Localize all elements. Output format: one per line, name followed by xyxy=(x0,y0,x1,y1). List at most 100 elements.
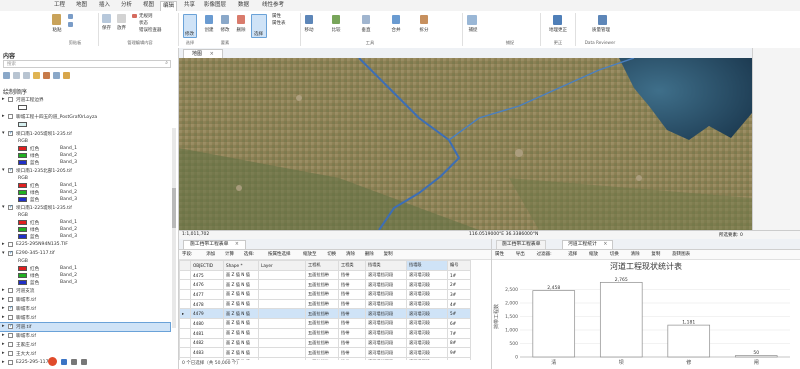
table-cell[interactable] xyxy=(258,279,306,291)
table-cell[interactable]: 滚河墙河段 xyxy=(406,318,448,329)
expand-arrow-icon[interactable]: ▸ xyxy=(2,341,5,347)
table-cell[interactable]: 五面拉挡带 xyxy=(305,308,339,320)
row-selector[interactable] xyxy=(179,298,191,310)
table-row[interactable]: ▸ 4479 面 Z 值 Ν 值 五面拉挡带 挡带 滚河墙挡河段 滚河墙河段 5# xyxy=(179,308,471,320)
row-selector[interactable] xyxy=(179,318,191,329)
table-cell[interactable]: 挡带 xyxy=(338,318,366,329)
map-view-tab[interactable]: 地图 × xyxy=(183,49,223,58)
expand-arrow-icon[interactable]: ▸ xyxy=(2,113,5,119)
table-cell[interactable]: 滚河墙河段 xyxy=(406,298,448,310)
table-row[interactable]: 4480 面 Z 值 Ν 值 五面拉挡带 挡带 滚河墙挡河段 滚河墙河段 6# xyxy=(179,318,471,329)
list-by-perspective-icon[interactable] xyxy=(63,72,70,79)
layer-item[interactable]: ▾ 坝口南1-235北部1-205.tif xyxy=(0,167,170,175)
vertical-icon[interactable] xyxy=(362,15,370,24)
layer-visibility-checkbox[interactable] xyxy=(8,360,13,365)
compare-icon[interactable] xyxy=(332,15,340,24)
close-icon[interactable]: × xyxy=(210,51,214,57)
column-header[interactable]: 工程类 xyxy=(338,260,366,271)
row-selector[interactable] xyxy=(179,347,191,358)
table-row[interactable]: 4475 面 Z 值 Ν 值 五面拉挡带 挡带 滚河墙挡河段 滚河墙河段 1# xyxy=(179,269,471,281)
layer-item[interactable]: ▸ E225-295N94N135.TIF xyxy=(0,241,170,249)
band-color-swatch[interactable] xyxy=(18,280,27,285)
layer-item[interactable]: ▸ 河道工程边界 xyxy=(0,96,170,104)
list-by-snapping-icon[interactable] xyxy=(43,72,50,79)
table-row[interactable]: 4477 面 Z 值 Ν 值 五面拉挡带 挡带 滚河墙挡河段 滚河墙河段 3# xyxy=(179,289,471,300)
table-cell[interactable]: 3# xyxy=(447,289,471,300)
column-header[interactable]: 挡墙类 xyxy=(365,260,407,271)
chart-stats-tab[interactable]: 河道工程统计 × xyxy=(562,240,614,249)
table-cell[interactable]: 五面拉挡带 xyxy=(305,347,339,358)
contents-scrollbar[interactable] xyxy=(172,128,176,328)
band-color-swatch[interactable] xyxy=(18,220,27,225)
table-cell[interactable]: 滚河墙河段 xyxy=(406,308,448,320)
attribute-table-button[interactable]: 属性表 xyxy=(272,20,286,26)
layer-item[interactable]: ▸ 聊城市.tif xyxy=(0,305,170,313)
band-color-swatch[interactable] xyxy=(18,190,27,195)
attributes-button[interactable]: 属性 xyxy=(272,13,281,19)
tab-project[interactable]: 工程 xyxy=(52,1,67,10)
layer-visibility-checkbox[interactable] xyxy=(8,167,13,173)
expand-arrow-icon[interactable]: ▾ xyxy=(2,204,5,210)
table-cell[interactable]: 五面拉挡带 xyxy=(305,279,339,291)
chart-toolbar-item[interactable]: 导出 xyxy=(516,251,525,257)
chart-toolbar-item[interactable]: 旋转图表 xyxy=(672,251,690,257)
layer-visibility-checkbox[interactable] xyxy=(8,242,13,247)
column-header[interactable]: 编号 xyxy=(447,260,471,271)
expand-arrow-icon[interactable]: ▸ xyxy=(2,305,5,311)
layer-visibility-checkbox[interactable] xyxy=(8,305,13,311)
table-cell[interactable]: 面 Z 值 Ν 值 xyxy=(223,269,259,281)
table-cell[interactable]: 面 Z 值 Ν 值 xyxy=(223,337,259,349)
expand-arrow-icon[interactable]: ▸ xyxy=(2,323,5,329)
layer-visibility-checkbox[interactable] xyxy=(8,114,13,119)
band-color-swatch[interactable] xyxy=(18,160,27,165)
list-by-editing-icon[interactable] xyxy=(33,72,40,79)
layer-visibility-checkbox[interactable] xyxy=(8,97,13,102)
table-cell[interactable]: 挡带 xyxy=(338,356,366,360)
layer-visibility-checkbox[interactable] xyxy=(8,204,13,210)
list-by-source-icon[interactable] xyxy=(13,72,20,79)
table-cell[interactable]: 滚河墙河段 xyxy=(406,269,448,281)
table-cell[interactable]: 面 Z 值 Ν 值 xyxy=(223,289,259,300)
column-header[interactable]: 挡墙段 xyxy=(406,260,448,271)
table-cell[interactable]: 滚河墙挡河段 xyxy=(365,269,407,281)
layer-item[interactable]: ▸ 聊城市.tif xyxy=(0,332,170,340)
close-icon[interactable]: × xyxy=(235,242,239,247)
table-cell[interactable]: 4481 xyxy=(190,327,224,339)
discard-edits-icon[interactable] xyxy=(117,14,126,23)
scrollbar-thumb[interactable] xyxy=(172,188,176,228)
table-tab[interactable]: 施工挡带工程表单 × xyxy=(183,240,246,249)
layer-item[interactable]: ▸ 王家庄.tif xyxy=(0,341,170,349)
band-color-swatch[interactable] xyxy=(18,234,27,239)
expand-arrow-icon[interactable]: ▸ xyxy=(2,287,5,293)
expand-arrow-icon[interactable]: ▸ xyxy=(2,296,5,302)
merge-icon[interactable] xyxy=(392,15,400,24)
layer-visibility-checkbox[interactable] xyxy=(8,297,13,302)
delete-features-icon[interactable] xyxy=(237,15,245,24)
table-cell[interactable]: 挡带 xyxy=(338,327,366,339)
expand-arrow-icon[interactable]: ▸ xyxy=(2,350,5,356)
band-color-swatch[interactable] xyxy=(18,146,27,151)
table-cell[interactable]: 滚河墙挡河段 xyxy=(365,327,407,339)
chart-toolbar-item[interactable]: 清除 xyxy=(631,251,640,257)
layer-item[interactable]: ▾ 坝口南1-225堤坝1-235.tif xyxy=(0,204,170,212)
tab-insert[interactable]: 插入 xyxy=(97,1,112,10)
modify-features-icon[interactable] xyxy=(221,15,229,24)
table-cell[interactable]: 挡带 xyxy=(338,279,366,291)
list-by-selection-icon[interactable] xyxy=(23,72,30,79)
layer-item[interactable]: ▸ 河道支流 xyxy=(0,287,170,295)
table-cell[interactable]: 滚河墙挡河段 xyxy=(365,308,407,320)
expand-arrow-icon[interactable]: ▸ xyxy=(2,241,5,247)
table-cell[interactable]: 4# xyxy=(447,298,471,310)
table-cell[interactable]: 4478 xyxy=(190,298,224,310)
table-cell[interactable]: 6# xyxy=(447,318,471,329)
chart-toolbar-item[interactable]: 缩放 xyxy=(589,251,598,257)
table-cell[interactable]: 挡带 xyxy=(338,298,366,310)
tab-share[interactable]: 共享 xyxy=(182,1,197,10)
table-cell[interactable]: 滚河墙河段 xyxy=(406,279,448,291)
layer-visibility-checkbox[interactable] xyxy=(8,130,13,136)
list-by-labeling-icon[interactable] xyxy=(53,72,60,79)
snapping-icon[interactable] xyxy=(467,15,477,25)
band-color-swatch[interactable] xyxy=(18,197,27,202)
scale-dropdown[interactable]: 1:1,011,702 xyxy=(182,232,209,237)
table-cell[interactable]: 4477 xyxy=(190,289,224,300)
